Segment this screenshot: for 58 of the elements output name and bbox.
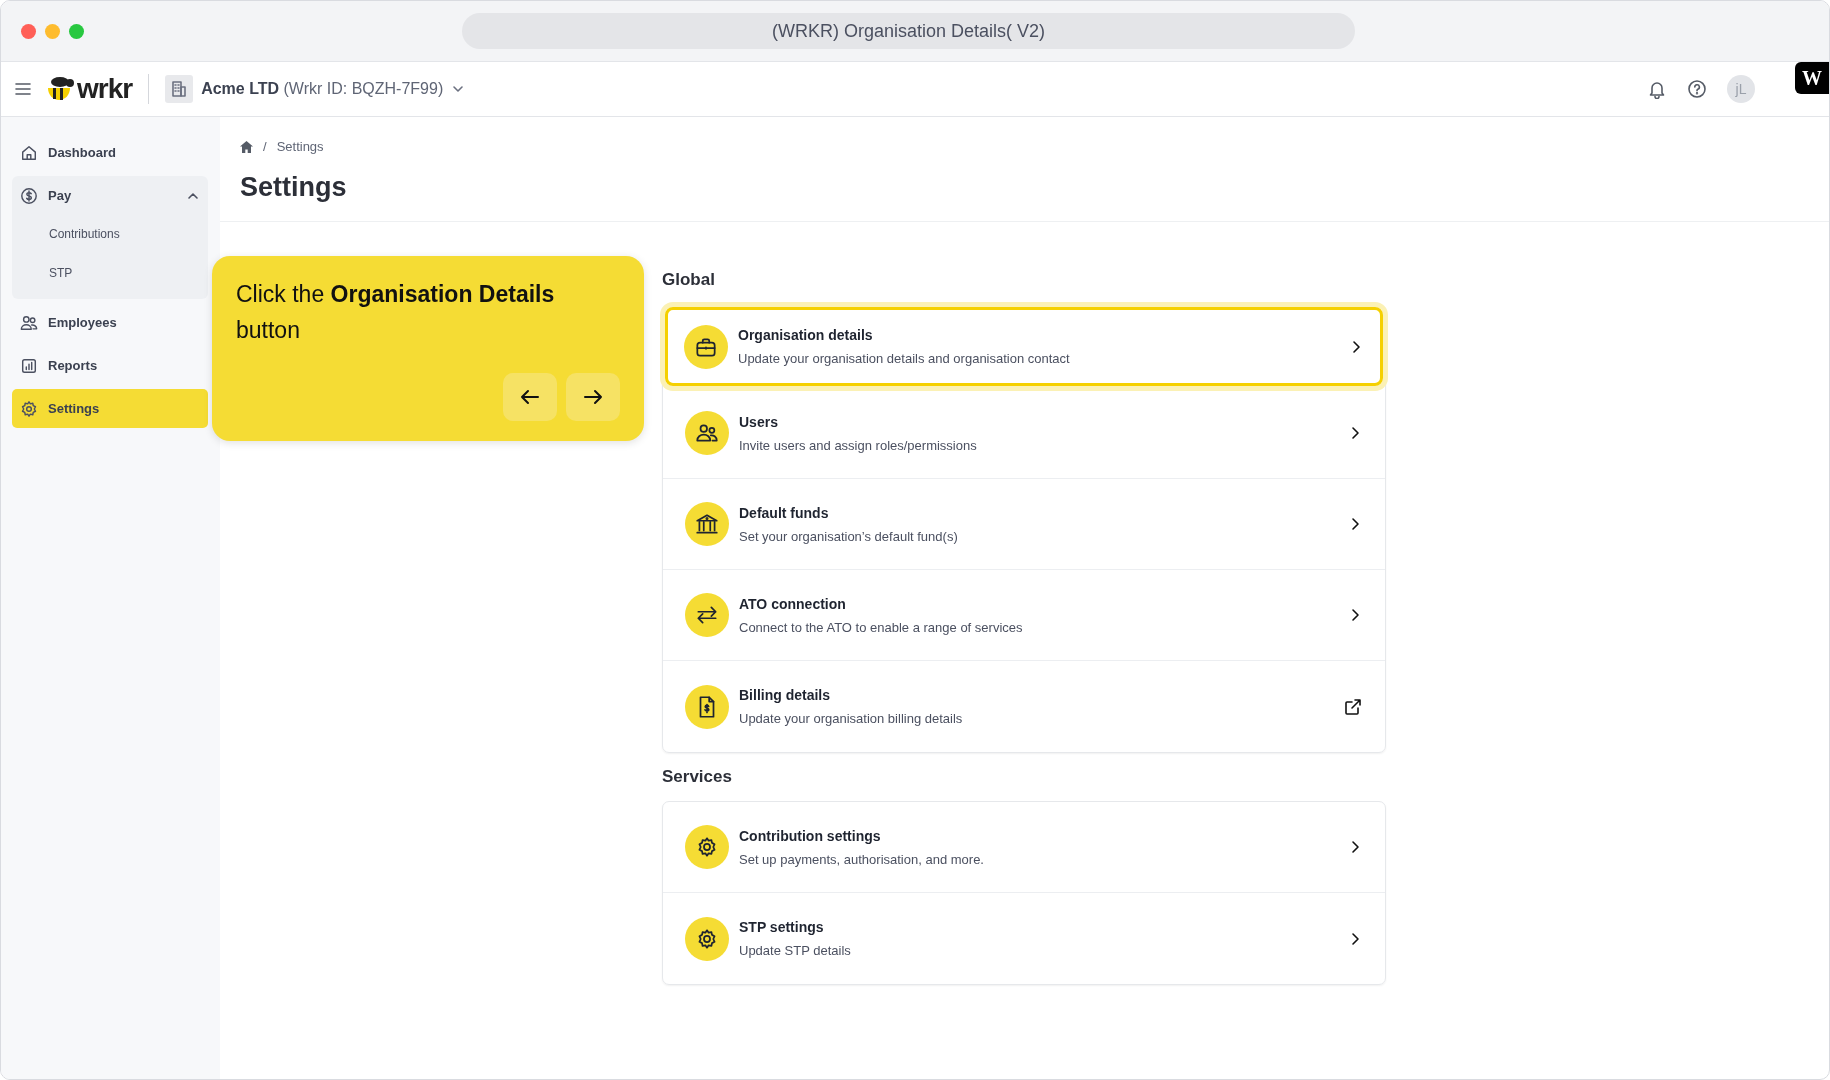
close-button[interactable] — [21, 23, 36, 39]
row-title: ATO connection — [739, 595, 847, 612]
settings-row[interactable]: Contribution settings Set up payments, authorisation, and more. — [663, 802, 1385, 893]
settings-row[interactable]: Default funds Set your organisation’s default fund(s) — [663, 479, 1385, 570]
transfer-badge-icon — [685, 593, 729, 637]
breadcrumb-separator: / — [263, 139, 267, 154]
settings-row[interactable]: Billing details Update your organisation billing details — [663, 661, 1385, 752]
gear-badge-icon — [685, 825, 729, 869]
bank-badge-icon — [685, 502, 729, 546]
external-link-icon — [1343, 696, 1363, 717]
home-icon[interactable] — [240, 140, 253, 153]
brand-logo[interactable]: wrkr — [77, 74, 133, 104]
app-logo[interactable]: W — [1795, 62, 1829, 94]
home-icon — [20, 143, 38, 162]
sidebar-item[interactable]: Reports — [12, 346, 208, 385]
row-description: Invite users and assign roles/permissions — [739, 437, 978, 453]
gear-icon — [20, 399, 38, 418]
row-title: Users — [739, 413, 779, 430]
row-description: Set your organisation’s default fund(s) — [739, 528, 959, 544]
building-icon — [165, 75, 194, 103]
row-description: Update your organisation details and organisation contact — [738, 351, 1071, 366]
sidebar-item[interactable]: Pay — [12, 176, 208, 215]
invoice-badge-icon — [685, 684, 729, 729]
next-button[interactable] — [566, 373, 620, 421]
row-title: Contribution settings — [739, 827, 882, 844]
address-bar[interactable]: (WRKR) Organisation Details( V2) — [462, 13, 1355, 49]
sidebar-item[interactable]: Dashboard — [12, 133, 208, 172]
people-badge-icon — [685, 411, 729, 455]
breadcrumb-item[interactable]: Settings — [276, 139, 324, 154]
row-title: STP settings — [739, 919, 825, 935]
people-icon — [20, 313, 38, 332]
previous-button[interactable] — [503, 373, 557, 421]
help-icon — [1687, 79, 1707, 99]
settings-row[interactable]: Users Invite users and assign roles/permissions — [663, 388, 1385, 479]
bee-icon — [45, 76, 75, 102]
notification-icon — [1647, 79, 1667, 99]
sidebar-subitem[interactable]: STP — [12, 254, 208, 293]
row-description: Set up payments, authorisation, and more. — [739, 851, 985, 867]
chart-icon — [20, 356, 38, 375]
settings-row[interactable]: ATO connection Connect to the ATO to enable a range of services — [663, 570, 1385, 661]
section-heading: Global — [662, 270, 716, 290]
settings-row[interactable]: STP settings Update STP details — [663, 893, 1385, 984]
dollar-icon — [20, 186, 38, 205]
row-description: Update STP details — [739, 943, 852, 958]
tooltip-text: Click the Organisation Details button — [236, 280, 556, 345]
sidebar-item[interactable]: Settings — [12, 389, 208, 428]
gear-badge-icon — [685, 916, 729, 961]
row-title: Default funds — [739, 504, 830, 521]
row-title: Billing details — [739, 687, 831, 703]
page-title: Settings — [240, 172, 348, 203]
briefcase-badge-icon — [684, 324, 728, 369]
sidebar-subitem[interactable]: Contributions — [12, 215, 208, 254]
row-description: Connect to the ATO to enable a range of services — [739, 619, 1024, 635]
organisation-selector[interactable]: Acme LTD (Wrkr ID: BQZH-7F99) — [165, 75, 466, 103]
row-description: Update your organisation billing details — [739, 711, 964, 726]
section-heading: Services — [662, 767, 733, 787]
sidebar-item[interactable]: Employees — [12, 303, 208, 342]
row-title: Organisation details — [738, 327, 874, 343]
